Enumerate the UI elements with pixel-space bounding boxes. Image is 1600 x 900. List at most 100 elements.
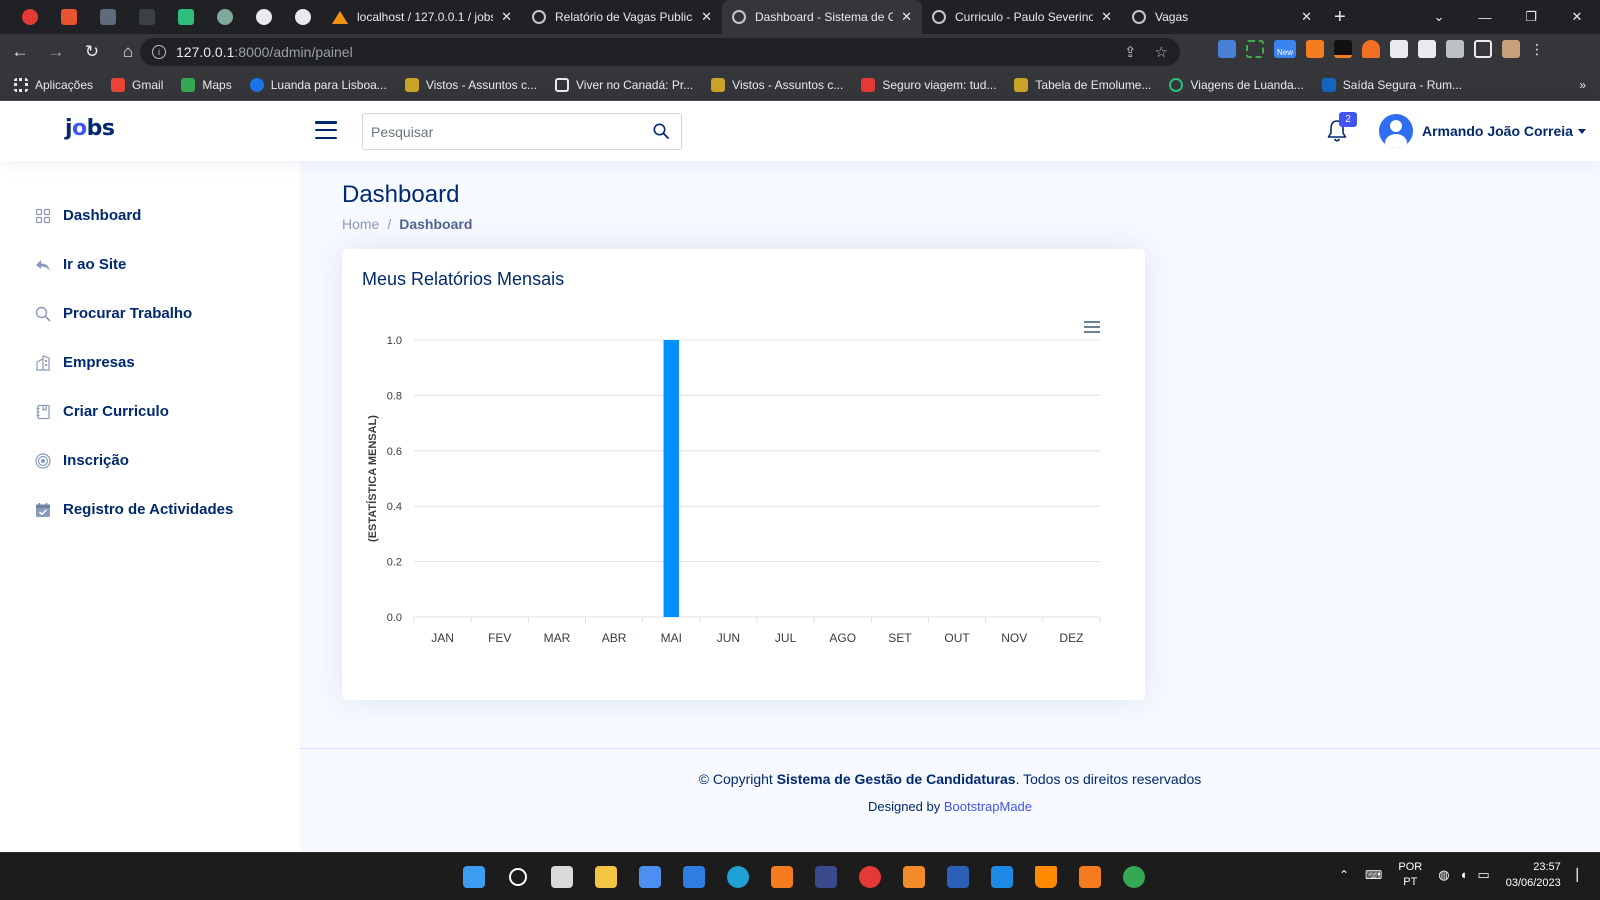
reload-icon[interactable]: ↻ [76,36,108,68]
bookmark-favicon-icon [1169,78,1184,92]
mail-icon[interactable] [678,861,710,893]
bookmark-item[interactable]: Saída Segura - Rum... [1321,78,1462,92]
site-info-icon[interactable]: i [152,45,166,59]
logo[interactable]: jobs [65,116,115,141]
sidebar-item-empresas[interactable]: Empresas [0,338,300,387]
close-tab-icon[interactable]: ✕ [1301,9,1312,25]
puzzle-icon[interactable] [1446,40,1464,58]
sidebar-item-inscricao[interactable]: Inscrição [0,436,300,485]
vscode-icon[interactable] [986,861,1018,893]
word-icon[interactable] [942,861,974,893]
pinned-tab[interactable] [127,0,166,34]
volume-icon: ◖ [1459,867,1468,882]
sidebar-item-criar-curriculo[interactable]: Criar Curriculo [0,387,300,436]
dev-extension-icon[interactable] [1418,40,1436,58]
bookmarks-bar: Aplicações Gmail Maps Luanda para Lisboa… [0,70,1600,101]
browser-tab[interactable]: Vagas ✕ [1122,0,1322,34]
browser-tab-active[interactable]: Dashboard - Sistema de Gestão ✕ [722,0,922,34]
window-controls: ⌄ — ❐ ✕ [1416,0,1600,34]
screenshot-extension-icon[interactable] [1246,40,1264,58]
toggle-sidebar-icon[interactable] [315,121,337,139]
pinned-tab[interactable] [88,0,127,34]
vlc-icon[interactable] [1030,861,1062,893]
bookmark-maps[interactable]: Maps [181,78,232,92]
chrome-profile-icon[interactable] [1118,861,1150,893]
side-panel-icon[interactable] [1474,40,1492,58]
bookmarks-overflow-icon[interactable]: » [1579,78,1586,92]
sidebar-item-procurar-trabalho[interactable]: Procurar Trabalho [0,289,300,338]
minimize-icon[interactable]: — [1462,0,1508,34]
address-bar[interactable]: i 127.0.0.1:8000/admin/painel ⇪ ☆ [140,38,1180,66]
close-tab-icon[interactable]: ✕ [501,9,512,25]
forward-icon[interactable]: → [40,36,72,68]
browser-tab[interactable]: Relatório de Vagas Publicadas ✕ [522,0,722,34]
bookmark-apps[interactable]: Aplicações [14,78,93,92]
pinned-tab[interactable] [166,0,205,34]
pinned-tab[interactable] [283,0,322,34]
close-tab-icon[interactable]: ✕ [701,9,712,25]
chrome-icon[interactable] [854,861,886,893]
bookmark-item[interactable]: Luanda para Lisboa... [249,78,387,92]
close-tab-icon[interactable]: ✕ [901,9,912,25]
chrome-profile-avatar[interactable] [1502,40,1520,58]
sidebar-item-dashboard[interactable]: Dashboard [0,191,300,240]
search-input[interactable] [363,116,633,147]
input-language[interactable]: POR PT [1398,860,1422,890]
kebab-menu-icon[interactable]: ⋮ [1530,40,1544,58]
share-icon[interactable]: ⇪ [1124,43,1137,61]
pinned-tab[interactable] [49,0,88,34]
tab-search-icon[interactable]: ⌄ [1416,0,1462,34]
new-tab-button[interactable]: + [1334,6,1346,29]
back-icon[interactable]: ← [4,36,36,68]
search-icon[interactable] [653,123,669,139]
close-tab-icon[interactable]: ✕ [1101,9,1112,25]
profile-dropdown[interactable]: Armando João Correia [1379,114,1586,148]
bookmark-gmail[interactable]: Gmail [111,78,163,92]
browser-tab[interactable]: Curriculo - Paulo Severino ✕ [922,0,1122,34]
windows-start-icon[interactable] [458,861,490,893]
bookmark-item[interactable]: Viver no Canadá: Pr... [554,78,693,92]
task-view-icon[interactable] [546,861,578,893]
sidebar-item-registro-actividades[interactable]: Registro de Actividades [0,485,300,534]
bookmark-item[interactable]: Tabela de Emolume... [1014,78,1151,92]
bookmark-item[interactable]: Viagens de Luanda... [1169,78,1304,92]
close-window-icon[interactable]: ✕ [1554,0,1600,34]
x-tick-label: FEV [488,631,511,645]
new-extension-icon[interactable]: New [1274,40,1296,58]
media-extension-icon[interactable] [1334,40,1352,58]
bookmark-item[interactable]: Vistos - Assuntos c... [711,78,843,92]
edge-icon[interactable] [722,861,754,893]
gmail-icon [111,78,126,92]
restore-icon[interactable]: ❐ [1508,0,1554,34]
media-player-icon[interactable] [898,861,930,893]
bookmark-star-icon[interactable]: ☆ [1155,43,1168,61]
bootstrapmade-link[interactable]: BootstrapMade [944,799,1032,814]
file-explorer-icon[interactable] [590,861,622,893]
bookmark-item[interactable]: Seguro viagem: tud... [861,78,996,92]
notification-center-icon[interactable]: ▏ [1577,868,1586,882]
breadcrumb-separator: / [387,216,392,232]
sublime-icon[interactable] [1074,861,1106,893]
soundcloud-extension-icon[interactable] [1362,40,1380,58]
xampp-icon[interactable] [766,861,798,893]
x-tick-label: NOV [1001,631,1027,645]
bookmark-item[interactable]: Vistos - Assuntos c... [404,78,537,92]
proxy-extension-icon[interactable] [1390,40,1408,58]
sidebar-item-ir-ao-site[interactable]: Ir ao Site [0,240,300,289]
search-icon[interactable] [502,861,534,893]
pinned-tab[interactable] [244,0,283,34]
translate-extension-icon[interactable] [1218,40,1236,58]
breadcrumb-home[interactable]: Home [342,216,379,232]
x-tick-label: MAI [661,631,682,645]
pinned-tab[interactable] [205,0,244,34]
pinned-tab[interactable] [10,0,49,34]
download-extension-icon[interactable] [1306,40,1324,58]
app-icon[interactable] [810,861,842,893]
keyboard-icon[interactable]: ⌨ [1365,868,1382,882]
quick-settings[interactable]: ◍ ◖ ▭ [1438,867,1490,883]
y-tick-label: 0.2 [387,557,402,569]
browser-tab[interactable]: localhost / 127.0.0.1 / jobs ✕ [322,0,522,34]
clock[interactable]: 23:57 03/06/2023 [1506,859,1561,891]
microsoft-store-icon[interactable] [634,861,666,893]
chevron-up-icon[interactable]: ⌃ [1339,868,1349,882]
